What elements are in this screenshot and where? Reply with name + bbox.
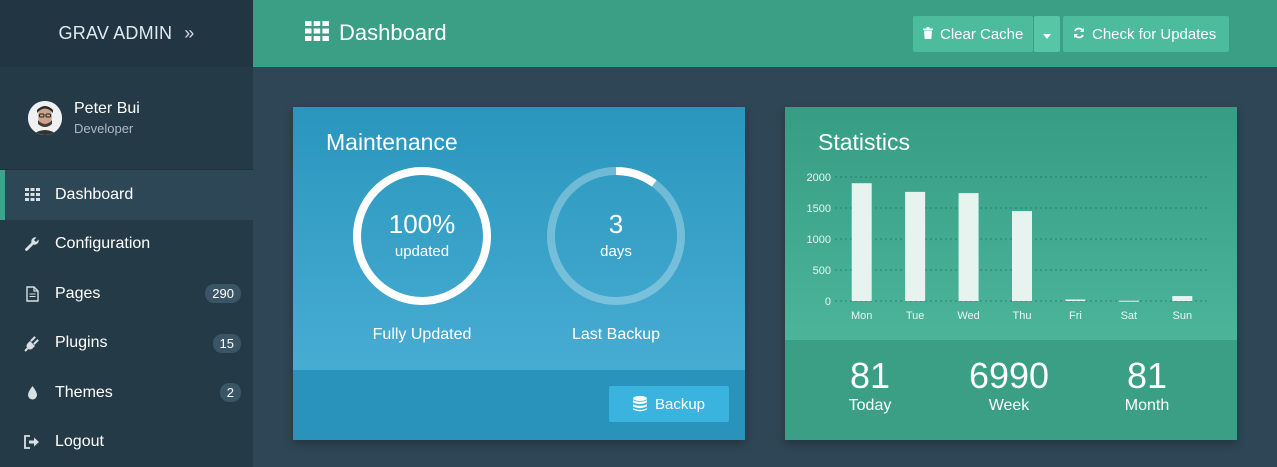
bar (1118, 300, 1139, 302)
drop-icon (23, 384, 41, 402)
sign-out-icon (23, 433, 41, 451)
statistics-title: Statistics (818, 129, 911, 155)
check-updates-label: Check for Updates (1092, 25, 1217, 43)
sidebar-item-logout[interactable]: Logout (0, 418, 253, 467)
sidebar-item-label: Plugins (55, 334, 108, 352)
bar (1012, 211, 1032, 301)
trash-icon (923, 26, 933, 42)
grid-icon (305, 20, 329, 46)
updated-unit: updated (394, 243, 450, 260)
wrench-icon (23, 235, 41, 253)
brand[interactable]: GRAV ADMIN » (0, 0, 253, 67)
page-title: Dashboard (339, 20, 447, 45)
sidebar-item-label: Configuration (55, 235, 151, 253)
stat-today-label: Today (848, 397, 892, 414)
updated-caption: Fully Updated (372, 326, 472, 343)
bar (1172, 296, 1193, 301)
updated-gauge: 100% updated (351, 165, 493, 307)
backup-days-unit: days (600, 243, 632, 260)
statistics-card: Statistics 2000 1500 1000 500 0 Mon Tue Wed Thu F… (785, 107, 1237, 440)
x-tick-label: Sat (1121, 310, 1138, 322)
x-tick-label: Wed (957, 310, 979, 322)
x-tick-label: Sun (1172, 310, 1192, 322)
sidebar-item-themes[interactable]: Themes 2 (0, 368, 253, 418)
count-badge: 15 (212, 333, 241, 353)
brand-title: GRAV ADMIN (58, 23, 173, 43)
sidebar-item-pages[interactable]: Pages 290 (0, 269, 253, 319)
x-tick-label: Thu (1013, 310, 1032, 322)
backup-caption: Last Backup (571, 326, 661, 343)
stat-month-label: Month (1124, 397, 1170, 414)
sidebar-item-dashboard[interactable]: Dashboard (0, 170, 253, 220)
x-tick-label: Mon (851, 310, 872, 322)
sidebar-item-label: Logout (55, 433, 104, 451)
maintenance-title: Maintenance (326, 129, 458, 155)
count-badge: 290 (205, 284, 241, 304)
bar (851, 183, 872, 301)
clear-cache-dropdown-button[interactable] (1034, 16, 1060, 52)
stat-week-label: Week (988, 397, 1030, 414)
top-header: Dashboard Clear Cache Check for Updates (253, 0, 1277, 67)
sidebar-item-label: Pages (55, 284, 101, 302)
user-name: Peter Bui (74, 100, 140, 117)
x-tick-label: Fri (1069, 310, 1082, 322)
avatar[interactable] (28, 101, 62, 135)
visits-bar-chart: 2000 1500 1000 500 0 Mon Tue Wed Thu Fri Sat Sun (807, 172, 1209, 322)
x-tick-label: Tue (906, 310, 925, 322)
y-tick-label: 1000 (807, 234, 831, 246)
bar (905, 191, 926, 301)
stat-month: 81 Month (1077, 355, 1217, 415)
double-chevron-right-icon[interactable]: » (184, 23, 194, 44)
bar (1065, 299, 1086, 301)
count-badge: 2 (219, 383, 241, 403)
backup-button-label: Backup (654, 395, 706, 413)
sidebar-item-label: Themes (55, 383, 113, 401)
stat-today-value: 81 (849, 355, 891, 396)
sidebar-item-configuration[interactable]: Configuration (0, 220, 253, 270)
updated-percent: 100% (388, 209, 456, 239)
file-icon (23, 285, 41, 303)
y-tick-label: 500 (813, 265, 831, 277)
check-updates-button[interactable]: Check for Updates (1063, 16, 1229, 52)
stat-week: 6990 Week (939, 355, 1079, 415)
sidebar: GRAV ADMIN » Peter Bui Developer Dashboa… (0, 0, 253, 467)
stat-month-value: 81 (1126, 355, 1168, 396)
y-tick-label: 2000 (807, 172, 831, 184)
plug-icon (23, 334, 41, 352)
caret-down-icon (1043, 26, 1051, 43)
refresh-icon (1073, 27, 1085, 42)
database-icon (632, 396, 647, 412)
stat-week-value: 6990 (968, 355, 1050, 396)
y-tick-label: 0 (825, 296, 831, 308)
backup-button[interactable]: Backup (609, 386, 729, 422)
sidebar-item-plugins[interactable]: Plugins 15 (0, 319, 253, 369)
maintenance-card: Maintenance 100% updated Fully Updated 3… (293, 107, 745, 440)
backup-gauge: 3 days (545, 165, 687, 307)
clear-cache-button[interactable]: Clear Cache (913, 16, 1033, 52)
backup-days-value: 3 (608, 209, 624, 239)
clear-cache-label: Clear Cache (940, 25, 1024, 43)
grid-icon (23, 186, 41, 204)
y-tick-label: 1500 (807, 203, 831, 215)
sidebar-item-label: Dashboard (55, 185, 134, 203)
bar (958, 193, 979, 301)
user-role: Developer (74, 121, 134, 136)
user-panel[interactable]: Peter Bui Developer (0, 67, 253, 170)
stat-today: 81 Today (800, 355, 940, 415)
